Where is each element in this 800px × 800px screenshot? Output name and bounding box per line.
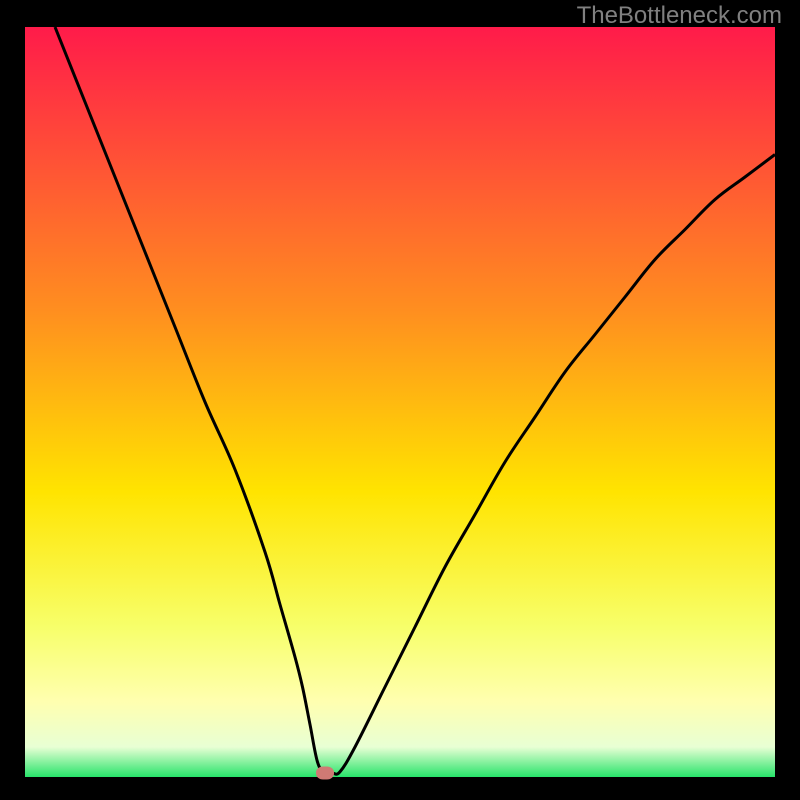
plot-area [25, 27, 775, 777]
optimum-marker [316, 767, 334, 780]
curve-svg [25, 27, 775, 777]
chart-frame: TheBottleneck.com [0, 0, 800, 800]
bottleneck-curve [55, 27, 775, 774]
attribution-label: TheBottleneck.com [577, 2, 782, 30]
